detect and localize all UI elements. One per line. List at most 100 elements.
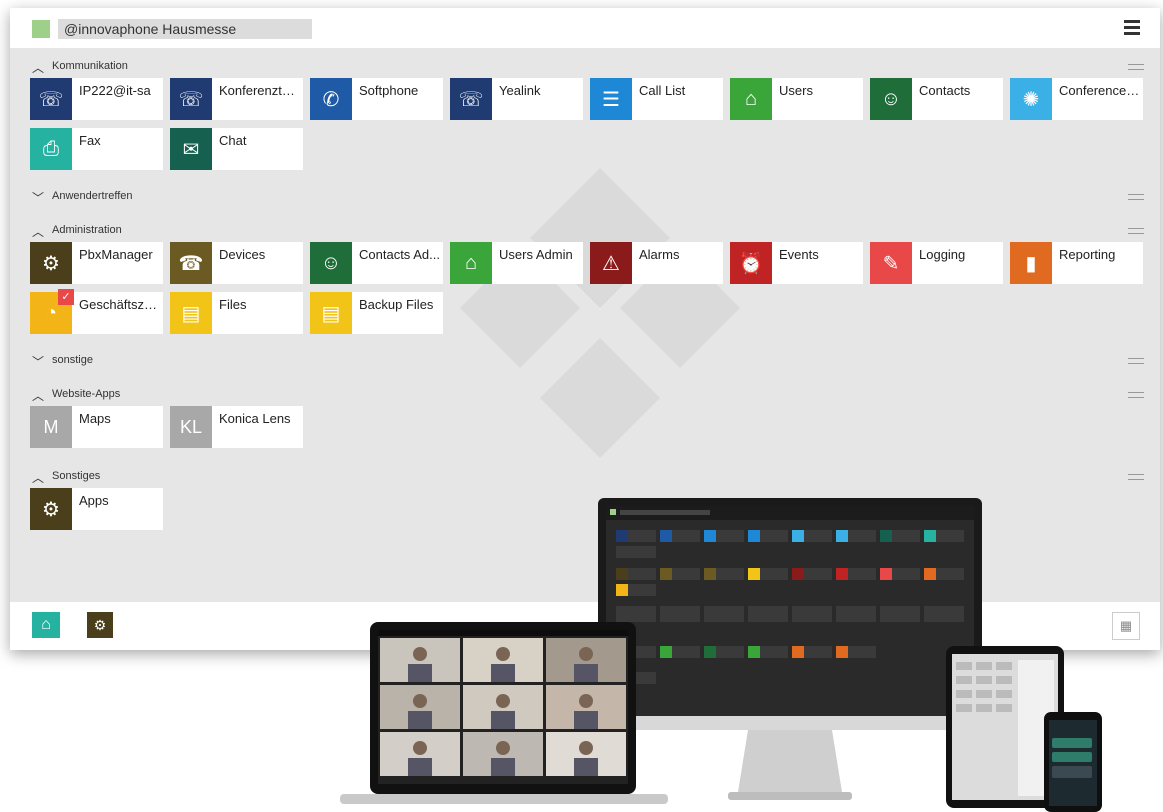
app-name: Alarms: [639, 247, 680, 262]
chevron-up-icon: ︿: [32, 389, 45, 403]
users-admin-icon: ⌂: [450, 242, 492, 284]
bottom-bar: ⌂ ⚙ ▦: [10, 602, 1160, 650]
section-header[interactable]: ﹀ Anwendertreffen: [10, 186, 1160, 206]
app-name: Chat: [219, 133, 247, 148]
section-header[interactable]: ︿ Administration: [10, 220, 1160, 240]
checkmark-badge-icon: ✓: [58, 289, 74, 305]
app-tile[interactable]: ☏ Yealink: [450, 78, 583, 120]
app-tile[interactable]: M Maps: [30, 406, 163, 448]
app-name: Users: [779, 83, 813, 98]
app-tile[interactable]: ⚙ PbxManager: [30, 242, 163, 284]
drag-handle-icon[interactable]: [1128, 194, 1144, 200]
drag-handle-icon[interactable]: [1128, 228, 1144, 234]
app-name: PbxManager: [79, 247, 153, 262]
app-tile[interactable]: ☏ IP222@it-sa: [30, 78, 163, 120]
section-label: Anwendertreffen: [52, 190, 133, 202]
section-sonstiges: ︿ Sonstiges ⚙ Apps: [10, 466, 1160, 530]
app-tile[interactable]: ☺ Contacts Ad...: [310, 242, 443, 284]
app-tile[interactable]: ⚠ Alarms: [590, 242, 723, 284]
app-tile[interactable]: ✆ Softphone: [310, 78, 443, 120]
hamburger-menu-icon[interactable]: [1124, 20, 1140, 36]
drag-handle-icon[interactable]: [1128, 474, 1144, 480]
phone-icon: ✆: [310, 78, 352, 120]
status-square: [32, 20, 50, 38]
section-administration: ︿ Administration ⚙ PbxManager ☎ Devices ☺ Conta…: [10, 220, 1160, 334]
alarm-icon: ⚠: [590, 242, 632, 284]
page-title: @innovaphone Hausmesse: [58, 19, 312, 39]
section-label: Kommunikation: [52, 60, 128, 72]
app-name: Konica Lens: [219, 411, 291, 426]
reporting-icon: ▮: [1010, 242, 1052, 284]
chevron-up-icon: ︿: [32, 61, 45, 75]
app-tile[interactable]: ⌂ Users Admin: [450, 242, 583, 284]
drag-handle-icon[interactable]: [1128, 64, 1144, 70]
app-name: Devices: [219, 247, 266, 262]
chat-icon: ✉: [170, 128, 212, 170]
app-tile[interactable]: ☰ Call List: [590, 78, 723, 120]
section-label: Sonstiges: [52, 470, 101, 482]
app-tile[interactable]: ☺ Contacts: [870, 78, 1003, 120]
app-name: Call List: [639, 83, 686, 98]
app-tile[interactable]: ⎙ Fax: [30, 128, 163, 170]
app-tile[interactable]: ✺ Conference 01: [1010, 78, 1143, 120]
app-tile[interactable]: ✎ Logging: [870, 242, 1003, 284]
home-button[interactable]: ⌂: [32, 612, 60, 638]
background-logo: [460, 168, 740, 458]
events-icon: ⏰: [730, 242, 772, 284]
section-anwendertreffen: ﹀ Anwendertreffen: [10, 186, 1160, 206]
chevron-down-icon: ﹀: [32, 355, 45, 369]
users-icon: ⌂: [730, 78, 772, 120]
phone-keypad-icon: ☏: [450, 78, 492, 120]
app-tile[interactable]: ⏰ Events: [730, 242, 863, 284]
app-tile[interactable]: ▤ Files: [170, 292, 303, 334]
phone-keypad-icon: ☏: [30, 78, 72, 120]
section-kommunikation: ︿ Kommunikation ☏ IP222@it-sa ☏ Konferenztel.…: [10, 56, 1160, 170]
contacts-admin-icon: ☺: [310, 242, 352, 284]
section-label: Website-Apps: [52, 388, 121, 400]
app-tile[interactable]: ▮ Reporting: [1010, 242, 1143, 284]
app-letter-icon: KL: [170, 406, 212, 448]
app-tile[interactable]: ◔ Geschäftsze... ✓: [30, 289, 163, 334]
chevron-down-icon: ﹀: [32, 191, 45, 205]
app-name: Softphone: [359, 83, 419, 98]
section-label: Administration: [52, 224, 122, 236]
app-name: Apps: [79, 493, 109, 508]
app-letter-icon: M: [30, 406, 72, 448]
fax-icon: ⎙: [30, 128, 72, 170]
apps-button[interactable]: ⚙: [87, 612, 113, 638]
gear-icon: ⚙: [93, 616, 107, 633]
section-header[interactable]: ︿ Sonstiges: [10, 466, 1160, 486]
contacts-icon: ☺: [870, 78, 912, 120]
chevron-up-icon: ︿: [32, 225, 45, 239]
section-header[interactable]: ﹀ sonstige: [10, 350, 1160, 370]
app-name: Geschäftsze...: [79, 297, 161, 312]
section-header[interactable]: ︿ Website-Apps: [10, 384, 1160, 404]
app-tile[interactable]: ☏ Konferenztel...: [170, 78, 303, 120]
section-header[interactable]: ︿ Kommunikation: [10, 56, 1160, 76]
app-name: Yealink: [499, 83, 541, 98]
files-icon: ▤: [170, 292, 212, 334]
app-name: Logging: [919, 247, 966, 262]
app-name: IP222@it-sa: [79, 83, 151, 98]
app-tile[interactable]: ☎ Devices: [170, 242, 303, 284]
top-bar: @innovaphone Hausmesse: [10, 8, 1160, 48]
phone-keypad-icon: ☏: [170, 78, 212, 120]
drag-handle-icon[interactable]: [1128, 358, 1144, 364]
pbx-manager-icon: ⚙: [30, 242, 72, 284]
app-tile[interactable]: ⚙ Apps: [30, 488, 163, 530]
app-name: Konferenztel...: [219, 83, 301, 98]
app-name: Contacts: [919, 83, 971, 98]
section-website-apps: ︿ Website-Apps M Maps KL Konica Lens: [10, 384, 1160, 448]
app-tile[interactable]: ✉ Chat: [170, 128, 303, 170]
app-name: Fax: [79, 133, 101, 148]
drag-handle-icon[interactable]: [1128, 392, 1144, 398]
app-grid-button[interactable]: ▦: [1112, 612, 1140, 640]
app-tile[interactable]: KL Konica Lens: [170, 406, 303, 448]
chevron-up-icon: ︿: [32, 471, 45, 485]
app-tile[interactable]: ⌂ Users: [730, 78, 863, 120]
app-name: Reporting: [1059, 247, 1116, 262]
section-sonstige: ﹀ sonstige: [10, 350, 1160, 370]
grid-icon: ▦: [1119, 618, 1133, 633]
app-tile[interactable]: ▤ Backup Files: [310, 292, 443, 334]
app-name: Events: [779, 247, 819, 262]
